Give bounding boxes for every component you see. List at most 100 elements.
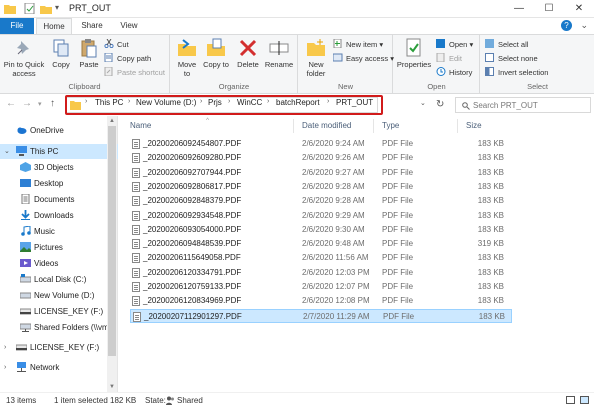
breadcrumb-batchreport[interactable]: batchReport (276, 98, 320, 107)
new-item-button[interactable]: New item ▾ (333, 39, 383, 51)
chevron-right-icon[interactable]: › (4, 340, 6, 355)
usb-drive-icon (16, 344, 27, 351)
file-row[interactable]: _20200206092806817.PDF 2/6/2020 9:28 AM PD… (130, 180, 512, 194)
refresh-icon[interactable]: ↻ (436, 99, 444, 110)
chevron-right-icon[interactable]: › (4, 360, 6, 375)
file-row[interactable]: _20200206094848539.PDF 2/6/2020 9:48 AM PD… (130, 237, 512, 251)
tab-share[interactable]: Share (76, 18, 108, 34)
back-arrow-icon[interactable]: ← (6, 98, 16, 109)
sidebar-item-3d-objects[interactable]: 3D Objects (0, 160, 118, 175)
file-row[interactable]: _20200206115649058.PDF 2/6/2020 11:56 AM P… (130, 251, 512, 265)
breadcrumb-prt-out[interactable]: PRT_OUT (336, 98, 373, 107)
file-row[interactable]: _20200206120834969.PDF 2/6/2020 12:08 PM P… (130, 294, 512, 308)
scroll-thumb[interactable] (108, 126, 116, 356)
search-input[interactable]: Search PRT_OUT (455, 97, 591, 113)
column-header-size[interactable]: Size (458, 119, 512, 133)
breadcrumb-separator-icon[interactable]: › (128, 98, 130, 105)
history-button[interactable]: History (436, 67, 472, 79)
move-to-button[interactable]: Move to (174, 38, 200, 78)
edit-button[interactable]: Edit (436, 53, 462, 65)
sidebar-item-desktop[interactable]: Desktop (0, 176, 118, 191)
file-row[interactable]: _20200206092707944.PDF 2/6/2020 9:27 AM PD… (130, 166, 512, 180)
copy-to-button[interactable]: Copy to (203, 38, 229, 69)
file-type: PDF File (382, 210, 414, 220)
column-header-date[interactable]: Date modified (294, 119, 374, 133)
breadcrumb-this-pc[interactable]: This PC (95, 98, 123, 107)
scroll-down-icon[interactable]: ▼ (107, 382, 117, 392)
up-arrow-icon[interactable]: ↑ (50, 98, 55, 109)
recent-locations-icon[interactable]: ▾ (38, 100, 42, 108)
sidebar-item-shared-folders[interactable]: Shared Folders (\\vm (0, 320, 118, 335)
select-none-button[interactable]: Select none (485, 53, 538, 65)
copy-button[interactable]: Copy (48, 38, 74, 69)
sidebar-scrollbar[interactable]: ▲ ▼ (107, 116, 117, 392)
sidebar-item-this-pc[interactable]: ⌄ This PC (0, 144, 118, 159)
sidebar-item-downloads[interactable]: Downloads (0, 208, 118, 223)
breadcrumb-wincc[interactable]: WinCC (237, 98, 262, 107)
details-view-icon[interactable] (566, 396, 575, 404)
tab-home[interactable]: Home (36, 18, 72, 34)
open-button[interactable]: Open ▾ (436, 39, 473, 51)
sidebar-item-videos[interactable]: Videos (0, 256, 118, 271)
file-row[interactable]: _20200206092848379.PDF 2/6/2020 9:28 AM PD… (130, 194, 512, 208)
forward-arrow-icon[interactable]: → (22, 98, 32, 109)
new-folder-button[interactable]: New folder (301, 38, 331, 78)
properties-quick-icon[interactable] (24, 3, 36, 14)
breadcrumb-separator-icon[interactable]: › (85, 98, 87, 105)
quick-access-dropdown[interactable]: ▾ (55, 3, 59, 12)
sidebar-item-pictures[interactable]: Pictures (0, 240, 118, 255)
chevron-down-icon[interactable]: ⌄ (4, 144, 10, 159)
paste-button[interactable]: Paste (76, 38, 102, 69)
breadcrumb-separator-icon[interactable]: › (200, 98, 202, 105)
expand-ribbon-icon[interactable]: ⌄ (580, 20, 588, 31)
easy-access-icon (333, 53, 343, 62)
invert-selection-button[interactable]: Invert selection (485, 67, 548, 79)
sidebar-item-onedrive[interactable]: OneDrive (0, 123, 118, 138)
address-dropdown-icon[interactable]: ⌄ (420, 99, 426, 107)
breadcrumb-prjs[interactable]: Prjs (208, 98, 222, 107)
sidebar-item-local-disk-c[interactable]: Local Disk (C:) (0, 272, 118, 287)
sidebar-item-network[interactable]: › Network (0, 360, 118, 375)
properties-button[interactable]: Properties (396, 38, 432, 69)
pdf-file-icon (132, 267, 140, 278)
file-row[interactable]: _20200206092934548.PDF 2/6/2020 9:29 AM PD… (130, 209, 512, 223)
navigation-pane: OneDrive ⌄ This PC 3D Objects Desktop Do… (0, 116, 118, 392)
sidebar-item-license-key-f[interactable]: LICENSE_KEY (F:) (0, 304, 118, 319)
file-name: _20200206092609280.PDF (143, 153, 242, 163)
select-all-button[interactable]: Select all (485, 39, 528, 51)
rename-button[interactable]: Rename (264, 38, 294, 69)
file-row[interactable]: _20200206120759133.PDF 2/6/2020 12:07 PM P… (130, 280, 512, 294)
sidebar-item-documents[interactable]: Documents (0, 192, 118, 207)
file-row[interactable]: _20200207112901297.PDF 2/7/2020 11:29 AM P… (130, 308, 512, 323)
file-date: 2/6/2020 9:28 AM (302, 196, 365, 206)
sidebar-item-new-volume-d[interactable]: New Volume (D:) (0, 288, 118, 303)
file-row[interactable]: _20200206093054000.PDF 2/6/2020 9:30 AM PD… (130, 223, 512, 237)
sidebar-item-license-key-f-root[interactable]: › LICENSE_KEY (F:) (0, 340, 118, 355)
large-icons-view-icon[interactable] (580, 396, 589, 404)
file-row[interactable]: _20200206120334791.PDF 2/6/2020 12:03 PM P… (130, 266, 512, 280)
file-row[interactable]: _20200206092454807.PDF 2/6/2020 9:24 AM PD… (130, 137, 512, 151)
scroll-up-icon[interactable]: ▲ (107, 116, 117, 126)
paste-label: Paste (79, 60, 99, 69)
minimize-button[interactable]: — (504, 0, 534, 18)
delete-button[interactable]: Delete (235, 38, 261, 69)
pin-quick-access-button[interactable]: Pin to Quick access (2, 38, 46, 78)
cut-button[interactable]: Cut (104, 39, 129, 51)
copy-path-button[interactable]: Copy path (104, 53, 151, 65)
tab-file[interactable]: File (0, 18, 34, 34)
file-row[interactable]: _20200206092609280.PDF 2/6/2020 9:26 AM PD… (130, 151, 512, 165)
maximize-button[interactable]: ☐ (534, 0, 564, 18)
breadcrumb-separator-icon[interactable]: › (228, 98, 230, 105)
help-icon[interactable]: ? (561, 20, 572, 31)
sidebar-item-music[interactable]: Music (0, 224, 118, 239)
tab-view[interactable]: View (114, 18, 144, 34)
column-header-type[interactable]: Type (374, 119, 458, 133)
close-button[interactable]: ✕ (564, 0, 594, 18)
new-folder-quick-icon[interactable] (40, 3, 52, 14)
easy-access-button[interactable]: Easy access ▾ (333, 53, 394, 65)
breadcrumb-separator-icon[interactable]: › (327, 98, 329, 105)
column-header-name[interactable]: ^ Name (122, 118, 294, 133)
paste-shortcut-button[interactable]: Paste shortcut (104, 67, 165, 79)
breadcrumb-new-volume[interactable]: New Volume (D:) (136, 98, 196, 107)
breadcrumb-separator-icon[interactable]: › (267, 98, 269, 105)
